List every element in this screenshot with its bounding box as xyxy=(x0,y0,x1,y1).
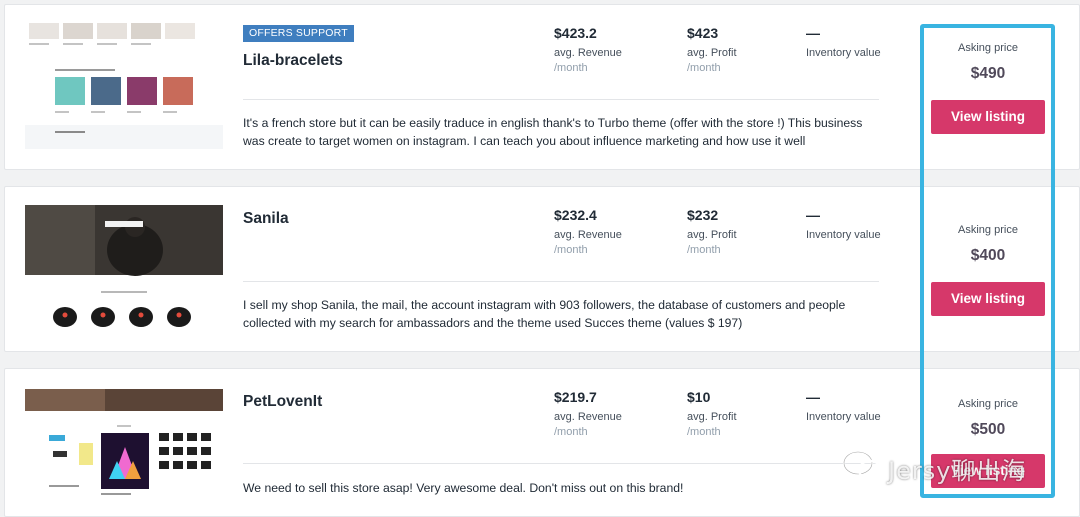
inventory-metric: — Inventory value xyxy=(806,207,936,241)
wechat-icon xyxy=(842,448,884,489)
revenue-value: $219.7 xyxy=(554,389,597,405)
profit-period: /month xyxy=(687,426,721,438)
inventory-value: — xyxy=(806,207,820,223)
store-name[interactable]: PetLovenIt xyxy=(243,393,322,411)
profit-period: /month xyxy=(687,244,721,256)
listing-card[interactable]: Sanila $232.4 avg. Revenue /month $232 a… xyxy=(4,186,1080,352)
store-description: I sell my shop Sanila, the mail, the acc… xyxy=(243,298,846,330)
watermark: Jersy聊出海 xyxy=(842,448,1052,488)
offers-support-badge: OFFERS SUPPORT xyxy=(243,25,354,42)
profit-metric: $423 avg. Profit /month xyxy=(687,25,817,74)
store-thumbnail[interactable] xyxy=(25,389,223,501)
divider xyxy=(243,281,879,282)
store-description: We need to sell this store asap! Very aw… xyxy=(243,481,684,495)
revenue-period: /month xyxy=(554,244,588,256)
divider xyxy=(243,99,879,100)
watermark-text: Jersy聊出海 xyxy=(888,456,1027,485)
asking-price-highlight xyxy=(920,24,1055,498)
inventory-label: Inventory value xyxy=(806,229,881,241)
profit-metric: $10 avg. Profit /month xyxy=(687,389,817,438)
store-thumbnail[interactable] xyxy=(25,23,223,149)
revenue-label: avg. Revenue xyxy=(554,229,622,241)
inventory-value: — xyxy=(806,25,820,41)
profit-label: avg. Profit xyxy=(687,47,737,59)
store-description: It's a french store but it can be easily… xyxy=(243,116,863,148)
profit-label: avg. Profit xyxy=(687,411,737,423)
profit-value: $10 xyxy=(687,389,711,405)
profit-metric: $232 avg. Profit /month xyxy=(687,207,817,256)
revenue-period: /month xyxy=(554,62,588,74)
revenue-label: avg. Revenue xyxy=(554,47,622,59)
divider xyxy=(243,463,879,464)
revenue-metric: $232.4 avg. Revenue /month xyxy=(554,207,684,256)
revenue-metric: $219.7 avg. Revenue /month xyxy=(554,389,684,438)
revenue-period: /month xyxy=(554,426,588,438)
profit-value: $232 xyxy=(687,207,719,223)
revenue-value: $423.2 xyxy=(554,25,597,41)
revenue-value: $232.4 xyxy=(554,207,597,223)
inventory-label: Inventory value xyxy=(806,47,881,59)
inventory-value: — xyxy=(806,389,820,405)
store-thumbnail[interactable] xyxy=(25,205,223,331)
profit-period: /month xyxy=(687,62,721,74)
profit-value: $423 xyxy=(687,25,719,41)
store-name[interactable]: Sanila xyxy=(243,210,289,228)
profit-label: avg. Profit xyxy=(687,229,737,241)
inventory-label: Inventory value xyxy=(806,411,881,423)
listing-card[interactable]: PetLovenIt $219.7 avg. Revenue /month $1… xyxy=(4,368,1080,517)
inventory-metric: — Inventory value xyxy=(806,389,936,423)
revenue-label: avg. Revenue xyxy=(554,411,622,423)
revenue-metric: $423.2 avg. Revenue /month xyxy=(554,25,684,74)
listing-card[interactable]: OFFERS SUPPORT Lila-bracelets $423.2 avg… xyxy=(4,4,1080,170)
inventory-metric: — Inventory value xyxy=(806,25,936,59)
store-name[interactable]: Lila-bracelets xyxy=(243,52,343,70)
